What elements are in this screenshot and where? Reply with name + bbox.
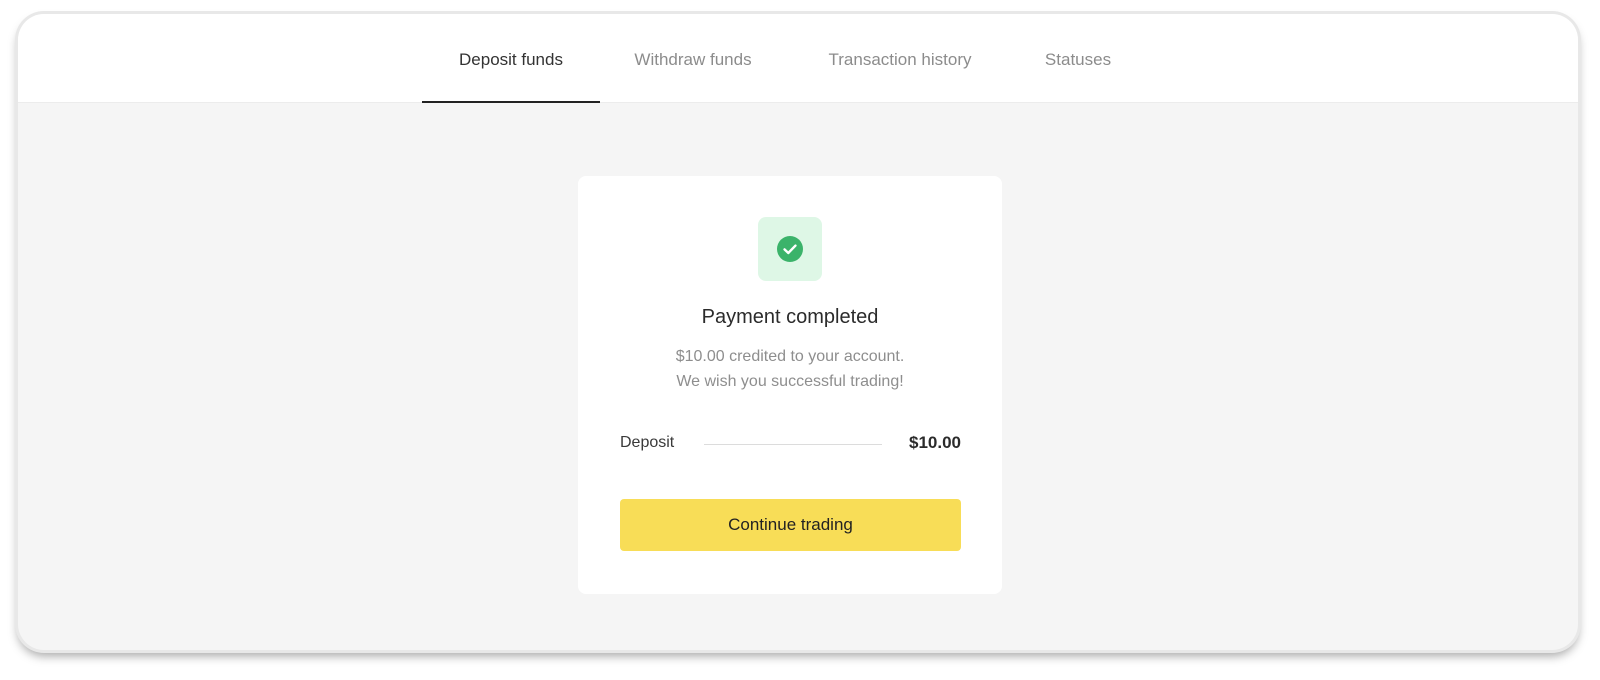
deposit-label: Deposit <box>620 434 675 451</box>
tab-deposit-funds[interactable]: Deposit funds <box>422 14 600 103</box>
check-circle-icon <box>777 236 803 262</box>
payment-message-line-1: $10.00 credited to your account. <box>675 348 905 365</box>
tab-statuses[interactable]: Statuses <box>1028 14 1128 102</box>
deposit-amount: $10.00 <box>909 433 961 452</box>
deposit-divider <box>704 444 882 445</box>
payment-message: $10.00 credited to your account. We wish… <box>578 344 1002 394</box>
status-icon-container <box>758 217 822 281</box>
tab-withdraw-funds[interactable]: Withdraw funds <box>614 14 772 102</box>
deposit-summary-row: Deposit $10.00 <box>620 432 961 456</box>
payment-result-card: Payment completed $10.00 credited to you… <box>578 176 1002 594</box>
payment-message-line-2: We wish you successful trading! <box>676 373 904 390</box>
window-frame: Deposit funds Withdraw funds Transaction… <box>18 14 1578 650</box>
tab-transaction-history[interactable]: Transaction history <box>802 14 998 102</box>
continue-trading-button[interactable]: Continue trading <box>620 499 961 551</box>
tab-bar: Deposit funds Withdraw funds Transaction… <box>18 14 1578 103</box>
payment-title: Payment completed <box>701 306 879 328</box>
